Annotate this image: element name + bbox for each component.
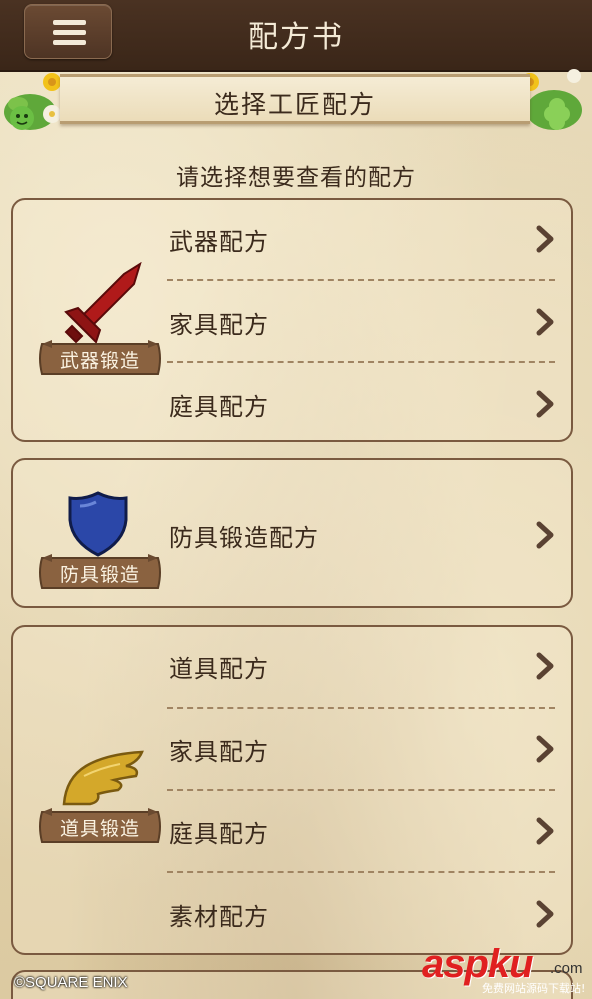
chevron-right-icon (536, 817, 554, 845)
chevron-right-icon (536, 308, 554, 336)
sword-icon (60, 261, 146, 348)
weapon-forging-label: 武器锻造 (38, 338, 162, 376)
recipe-item-garden[interactable]: 庭具配方 (167, 790, 555, 872)
recipe-item-weapon[interactable]: 武器配方 (167, 198, 555, 280)
recipe-item-tool[interactable]: 道具配方 (167, 625, 555, 707)
section-banner: 选择工匠配方 (60, 74, 530, 124)
recipe-item-furniture[interactable]: 家具配方 (167, 708, 555, 790)
chevron-right-icon (536, 390, 554, 418)
chevron-right-icon (536, 652, 554, 680)
recipe-item-garden[interactable]: 庭具配方 (167, 363, 555, 445)
chevron-right-icon (536, 900, 554, 928)
recipe-item-armor[interactable]: 防具锻造配方 (167, 494, 555, 576)
armor-forging-label: 防具锻造 (38, 552, 162, 590)
chevron-right-icon (536, 735, 554, 763)
recipe-item-furniture[interactable]: 家具配方 (167, 281, 555, 363)
copyright-text: ©SQUARE ENIX (14, 974, 128, 991)
item-forging-label: 道具锻造 (38, 806, 162, 844)
page-title: 配方书 (248, 20, 344, 55)
site-watermark: aspku .com 免费网站源码下载站! (422, 942, 586, 995)
chevron-right-icon (536, 225, 554, 253)
instruction-text: 请选择想要查看的配方 (176, 165, 416, 191)
top-bar: 配方书 (0, 0, 592, 72)
chevron-right-icon (536, 521, 554, 549)
banner-title: 选择工匠配方 (213, 90, 376, 119)
wing-icon (60, 748, 146, 812)
